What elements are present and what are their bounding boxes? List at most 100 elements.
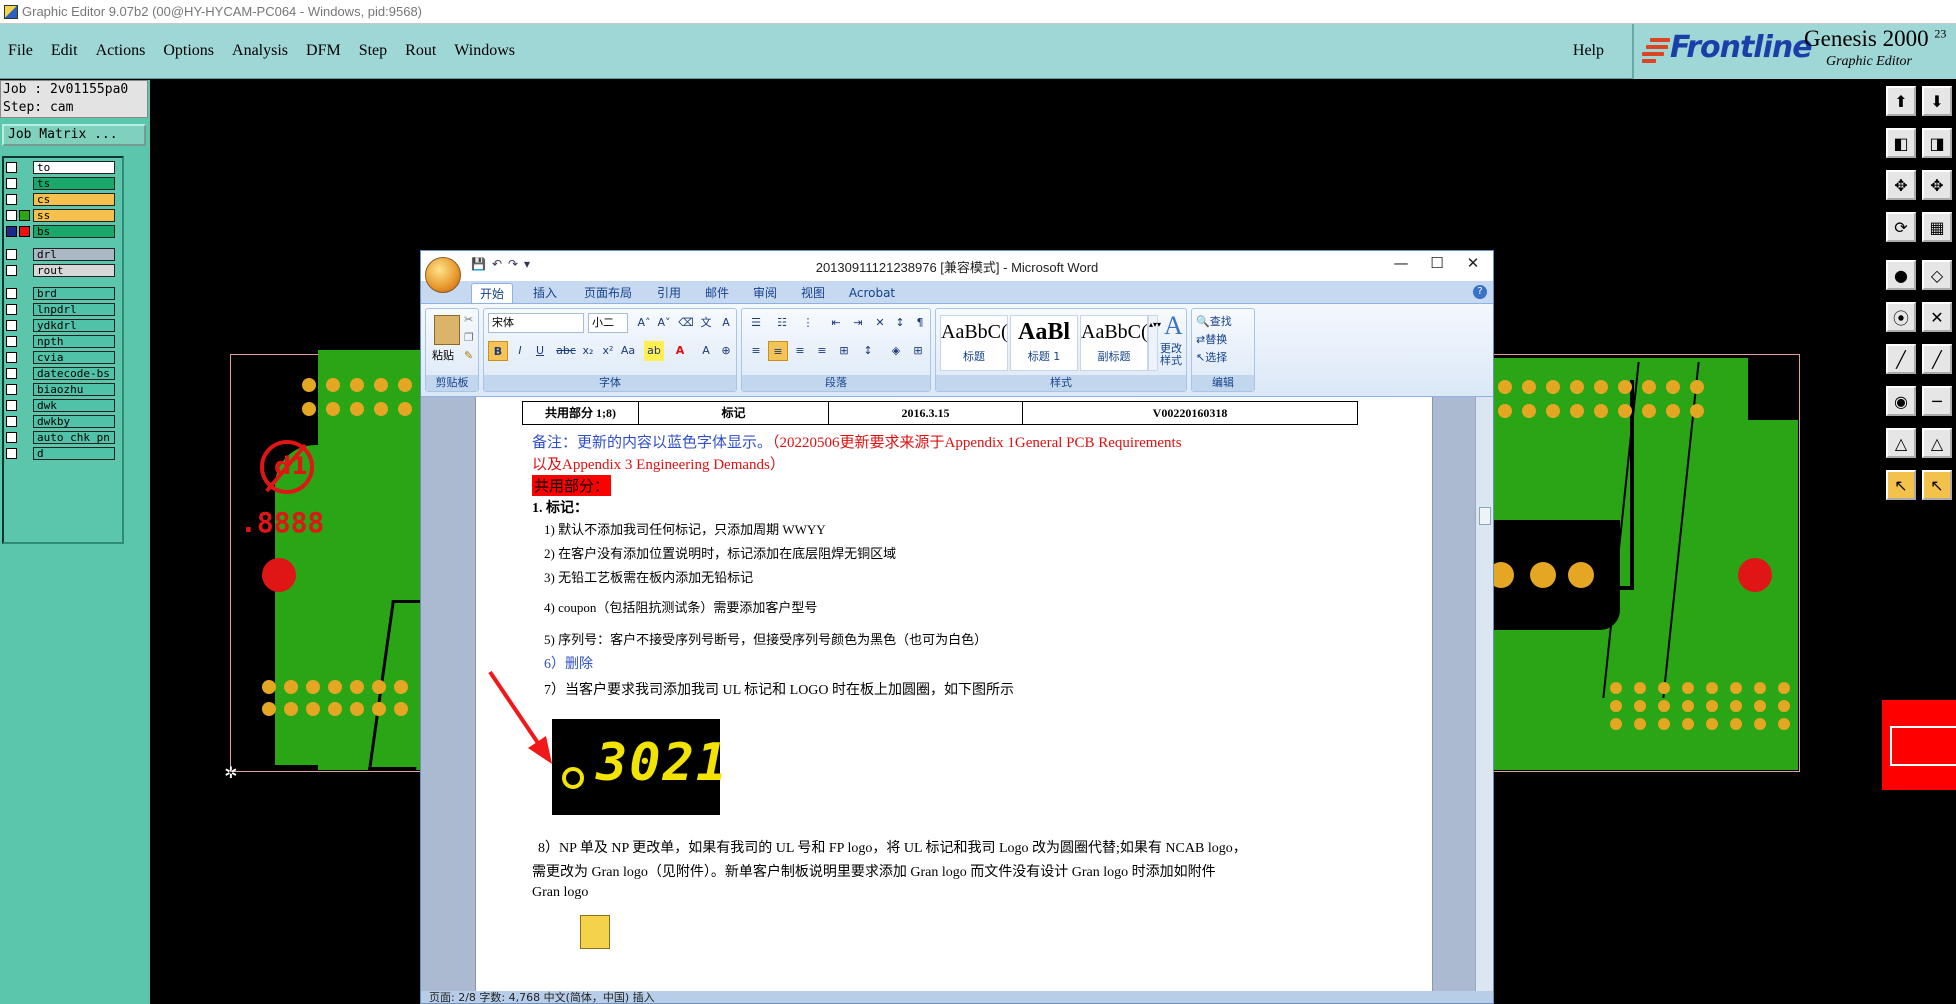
job-matrix-button[interactable]: Job Matrix ...	[2, 124, 146, 146]
menu-windows[interactable]: Windows	[454, 42, 515, 60]
layer-row-rout[interactable]: rout	[6, 263, 115, 278]
tab-page-layout[interactable]: 页面布局	[577, 283, 639, 303]
subscript-button[interactable]: x₂	[578, 341, 598, 361]
grid-icon[interactable]: ▦	[1922, 212, 1952, 242]
layer-checkbox[interactable]	[6, 288, 17, 299]
pan-left-icon[interactable]: ◧	[1886, 128, 1916, 158]
measure-icon[interactable]: △	[1886, 428, 1916, 458]
layer-name[interactable]: npth	[33, 335, 115, 348]
layer-name[interactable]: rout	[33, 264, 115, 277]
shrink-font-icon[interactable]: A˅	[654, 313, 674, 333]
delete-icon[interactable]: ✕	[1922, 302, 1952, 332]
align-right-icon[interactable]: ≡	[790, 341, 810, 361]
scroll-thumb[interactable]	[1479, 507, 1491, 525]
char-shading-icon[interactable]: A	[696, 341, 716, 361]
format-painter-icon[interactable]: ✎	[464, 349, 473, 362]
layer-affected-toggle[interactable]	[19, 368, 30, 379]
decrease-indent-icon[interactable]: ⇤	[826, 313, 846, 333]
attachment-package-icon[interactable]	[580, 915, 610, 949]
layer-name[interactable]: auto_chk_pn	[33, 431, 115, 444]
redraw-icon[interactable]: ⟳	[1886, 212, 1916, 242]
layer-affected-toggle[interactable]	[19, 352, 30, 363]
layer-affected-toggle[interactable]	[19, 432, 30, 443]
grow-font-icon[interactable]: A˄	[634, 313, 654, 333]
copy-icon[interactable]: ❐	[464, 331, 474, 344]
superscript-button[interactable]: x²	[598, 341, 618, 361]
change-styles-label[interactable]: 更改样式	[1160, 343, 1188, 367]
bold-button[interactable]: B	[488, 341, 508, 361]
tab-acrobat[interactable]: Acrobat	[843, 283, 901, 303]
maximize-button[interactable]: ☐	[1417, 254, 1457, 276]
point-icon[interactable]: ◉	[1886, 386, 1916, 416]
layer-color-panel[interactable]	[1882, 700, 1956, 790]
cut-icon[interactable]: ✂	[464, 313, 473, 326]
layer-row-auto_chk_pn[interactable]: auto_chk_pn	[6, 430, 115, 445]
pan-right-icon[interactable]: ◨	[1922, 128, 1952, 158]
layer-checkbox[interactable]	[6, 304, 17, 315]
layer-affected-toggle[interactable]	[19, 416, 30, 427]
dash-icon[interactable]: ─	[1922, 386, 1952, 416]
layer-affected-toggle[interactable]	[19, 320, 30, 331]
layer-row-dwk[interactable]: dwk	[6, 398, 115, 413]
close-button[interactable]: ✕	[1453, 254, 1493, 276]
layer-row-d[interactable]: d	[6, 446, 115, 461]
font-color-icon[interactable]: A	[670, 341, 690, 361]
layer-checkbox[interactable]	[6, 416, 17, 427]
layer-checkbox[interactable]	[6, 400, 17, 411]
font-size-select[interactable]: 小二	[588, 313, 628, 333]
layer-row-drl[interactable]: drl	[6, 247, 115, 262]
find-button[interactable]: 🔍查找	[1196, 313, 1232, 329]
layer-row-npth[interactable]: npth	[6, 334, 115, 349]
justify-icon[interactable]: ≡	[812, 341, 832, 361]
layer-name[interactable]: brd	[33, 287, 115, 300]
layer-name[interactable]: ts	[33, 177, 115, 190]
line-alt-icon[interactable]: ╱	[1922, 344, 1952, 374]
tab-review[interactable]: 审阅	[747, 283, 783, 303]
layer-row-ts[interactable]: ts	[6, 176, 115, 191]
tab-insert[interactable]: 插入	[525, 283, 565, 303]
layer-name[interactable]: cvia	[33, 351, 115, 364]
menu-actions[interactable]: Actions	[96, 42, 146, 60]
layer-row-bs[interactable]: bs	[6, 224, 115, 239]
layer-row-datecode-bs[interactable]: datecode-bs	[6, 366, 115, 381]
tab-view[interactable]: 视图	[795, 283, 831, 303]
layer-name[interactable]: drl	[33, 248, 115, 261]
menu-options[interactable]: Options	[163, 42, 214, 60]
strikethrough-button[interactable]: abc	[556, 341, 576, 361]
layer-affected-toggle[interactable]	[19, 210, 30, 221]
change-case-button[interactable]: Aa	[618, 341, 638, 361]
multilevel-icon[interactable]: ⋮	[798, 313, 818, 333]
layer-checkbox[interactable]	[6, 448, 17, 459]
layer-name[interactable]: bs	[33, 225, 115, 238]
font-face-select[interactable]: 宋体	[488, 313, 584, 333]
align-left-icon[interactable]: ≡	[746, 341, 766, 361]
layer-checkbox[interactable]	[6, 368, 17, 379]
layer-affected-toggle[interactable]	[19, 336, 30, 347]
layer-affected-toggle[interactable]	[19, 288, 30, 299]
select-alt-icon[interactable]: ↖	[1922, 470, 1952, 500]
line-icon[interactable]: ╱	[1886, 344, 1916, 374]
layer-row-ss[interactable]: ss	[6, 208, 115, 223]
layer-checkbox[interactable]	[6, 178, 17, 189]
layer-affected-toggle[interactable]	[19, 249, 30, 260]
layer-row-cs[interactable]: cs	[6, 192, 115, 207]
style-heading1[interactable]: AaBl 标题 1	[1010, 315, 1078, 371]
layer-affected-toggle[interactable]	[19, 304, 30, 315]
align-center-icon[interactable]: ≡	[768, 341, 788, 361]
layer-name[interactable]: ss	[33, 209, 115, 222]
change-styles-icon[interactable]: A	[1164, 311, 1183, 341]
layer-checkbox[interactable]	[6, 265, 17, 276]
menu-analysis[interactable]: Analysis	[232, 42, 288, 60]
vertical-scrollbar[interactable]	[1475, 397, 1493, 991]
layer-row-brd[interactable]: brd	[6, 286, 115, 301]
layer-checkbox[interactable]	[6, 249, 17, 260]
shading-icon[interactable]: ◈	[886, 341, 906, 361]
borders-icon[interactable]: ⊞	[908, 341, 928, 361]
layer-row-cvia[interactable]: cvia	[6, 350, 115, 365]
increase-indent-icon[interactable]: ⇥	[848, 313, 868, 333]
layer-row-biaozhu[interactable]: biaozhu	[6, 382, 115, 397]
layer-checkbox[interactable]	[6, 352, 17, 363]
layer-affected-toggle[interactable]	[19, 400, 30, 411]
sort-icon[interactable]: ↕	[890, 313, 910, 333]
style-heading[interactable]: AaBbC( 标题	[940, 315, 1008, 371]
